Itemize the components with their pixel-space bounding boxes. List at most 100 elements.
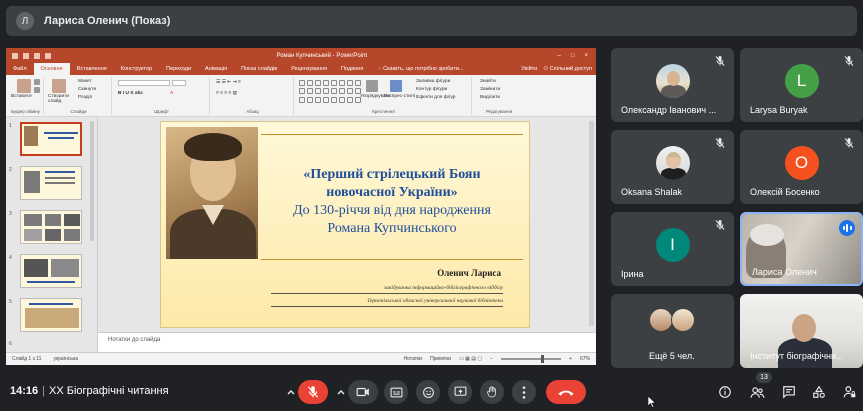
tab-file[interactable]: Файл — [6, 63, 34, 75]
audio-options-button[interactable] — [284, 380, 298, 404]
tab-home[interactable]: Основне — [33, 63, 70, 75]
clipboard-group-label: Буфер обміну — [11, 109, 40, 114]
slide-number: 6 — [9, 341, 12, 347]
list-buttons[interactable]: ☰ ☰ ⇤ ⇥ ≡ — [216, 80, 241, 85]
shape-effects-button[interactable]: Ефекти для фігур — [416, 95, 455, 100]
zoom-out-button[interactable]: − — [490, 356, 493, 362]
participant-tile[interactable]: L Larysa Buryak — [740, 48, 863, 122]
participant-tile[interactable]: Oksana Shalak — [611, 130, 734, 204]
meeting-time: 14:16 — [10, 385, 39, 397]
participant-tile-active-speaker[interactable]: Лариса Оленич — [740, 212, 863, 286]
meeting-info-button[interactable] — [716, 383, 734, 401]
slide-divider-top — [261, 134, 523, 135]
cut-icon[interactable] — [34, 79, 40, 85]
align-buttons[interactable]: ≡ ≡ ≡ ≡ ▥ — [216, 91, 237, 96]
participant-tile[interactable]: Олександр Іванович ... — [611, 48, 734, 122]
paste-label[interactable]: Вставити — [11, 94, 32, 99]
more-participants-tile[interactable]: Ещё 5 чел. — [611, 294, 734, 368]
pp-ribbon-tabs: Файл Основне Вставлення Конструктор Пере… — [6, 63, 596, 75]
share-label: Спільний доступ — [549, 66, 592, 72]
mic-off-icon — [715, 138, 725, 148]
video-options-button[interactable] — [334, 380, 348, 404]
slide-thumbnail[interactable] — [20, 298, 82, 332]
tab-insert[interactable]: Вставлення — [70, 63, 114, 75]
tab-slideshow[interactable]: Показ слайдів — [234, 63, 284, 75]
reactions-button[interactable] — [416, 380, 440, 404]
reset-button[interactable]: Скинути — [78, 87, 96, 92]
undo-icon — [23, 52, 29, 59]
leave-call-button[interactable] — [546, 380, 586, 404]
clipboard-group: Вставити Буфер обміну — [8, 77, 44, 115]
view-buttons[interactable]: ▭ ▦ ▤ ▢ — [459, 356, 482, 362]
font-name-box[interactable] — [118, 80, 170, 86]
arrange-icon[interactable] — [366, 80, 378, 92]
shared-screen: Роман Купчинський - PowerPoint – □ × Файл … — [6, 48, 596, 365]
participant-name: Oksana Shalak — [621, 187, 683, 197]
slide-thumbnail[interactable] — [20, 122, 82, 156]
replace-button[interactable]: Замінити — [480, 87, 500, 92]
find-button[interactable]: Знайти — [480, 79, 496, 84]
new-slide-label[interactable]: Створити слайд — [48, 94, 74, 104]
zoom-slider[interactable] — [501, 355, 562, 363]
current-slide[interactable]: «Перший стрілецький Боян новочасної Укра… — [160, 121, 530, 328]
more-options-button[interactable] — [512, 380, 536, 404]
slide-thumbnail[interactable] — [20, 166, 82, 200]
tab-review[interactable]: Рецензування — [284, 63, 334, 75]
tab-view[interactable]: Подання — [334, 63, 370, 75]
tab-transitions[interactable]: Переходи — [159, 63, 198, 75]
comments-toggle[interactable]: Примітки — [430, 356, 451, 362]
chat-button[interactable] — [780, 383, 798, 401]
notes-toggle[interactable]: Нотатки — [404, 356, 422, 362]
select-button[interactable]: Виділити — [480, 95, 500, 100]
sign-in-link[interactable]: Увійти — [521, 66, 537, 72]
font-color-button[interactable]: A — [170, 91, 173, 96]
share-button[interactable]: ⚇ Спільний доступ — [543, 66, 592, 72]
tab-design[interactable]: Конструктор — [114, 63, 159, 75]
hand-icon — [487, 385, 496, 397]
quick-styles-icon[interactable] — [390, 80, 402, 92]
emoji-icon — [422, 386, 434, 398]
tab-animations[interactable]: Анімація — [198, 63, 234, 75]
editing-group: Знайти Замінити Виділити Редагування — [474, 77, 524, 115]
font-format-buttons[interactable]: B I U S abc — [118, 91, 143, 96]
zoom-in-button[interactable]: + — [569, 356, 572, 362]
tell-me-search[interactable]: ◌ Скажіть, що потрібно зробити... — [378, 66, 463, 72]
paste-icon[interactable] — [17, 79, 31, 93]
host-controls-button[interactable] — [840, 383, 858, 401]
section-button[interactable]: Розділ — [78, 95, 92, 100]
activities-button[interactable] — [810, 383, 828, 401]
portrait-image — [166, 127, 258, 259]
new-slide-icon[interactable] — [52, 79, 66, 93]
slide-title: «Перший стрілецький Боян новочасної Укра… — [261, 166, 523, 202]
speaking-indicator-icon — [839, 220, 855, 236]
editor-scrollbar[interactable] — [589, 121, 594, 326]
editing-group-label: Редагування — [485, 109, 513, 114]
more-vert-icon — [522, 385, 526, 399]
quick-styles-label[interactable]: Експрес-стилі — [384, 94, 415, 99]
shape-fill-button[interactable]: Заливка фігури — [416, 79, 450, 84]
shapes-gallery[interactable] — [299, 80, 361, 104]
slide-thumbnail[interactable] — [20, 254, 82, 288]
paragraph-group: ☰ ☰ ⇤ ⇥ ≡ ≡ ≡ ≡ ≡ ▥ Абзац — [212, 77, 294, 115]
thumbnails-scrollbar[interactable] — [90, 121, 94, 241]
shape-outline-button[interactable]: Контур фігури — [416, 87, 447, 92]
meeting-separator: | — [42, 385, 45, 397]
mic-toggle-button[interactable] — [298, 380, 328, 404]
captions-button[interactable] — [384, 380, 408, 404]
slide-divider-bottom — [261, 259, 523, 260]
camera-toggle-button[interactable] — [348, 380, 378, 404]
slides-group-label: Слайди — [70, 109, 87, 114]
present-screen-button[interactable] — [448, 380, 472, 404]
participants-button[interactable] — [748, 383, 766, 401]
slide-thumbnail[interactable] — [20, 210, 82, 244]
participant-tile[interactable]: Інститут біографічни... — [740, 294, 863, 368]
participant-tile[interactable]: І Ірина — [611, 212, 734, 286]
zoom-level[interactable]: 67% — [580, 356, 590, 362]
font-size-box[interactable] — [172, 80, 186, 86]
participant-tile[interactable]: О Олексій Босенко — [740, 130, 863, 204]
raise-hand-button[interactable] — [480, 380, 504, 404]
notes-pane[interactable]: Нотатки до слайда — [98, 332, 596, 352]
copy-icon[interactable] — [34, 87, 40, 93]
mouse-cursor-icon — [648, 396, 656, 408]
layout-button[interactable]: Макет — [78, 79, 92, 84]
